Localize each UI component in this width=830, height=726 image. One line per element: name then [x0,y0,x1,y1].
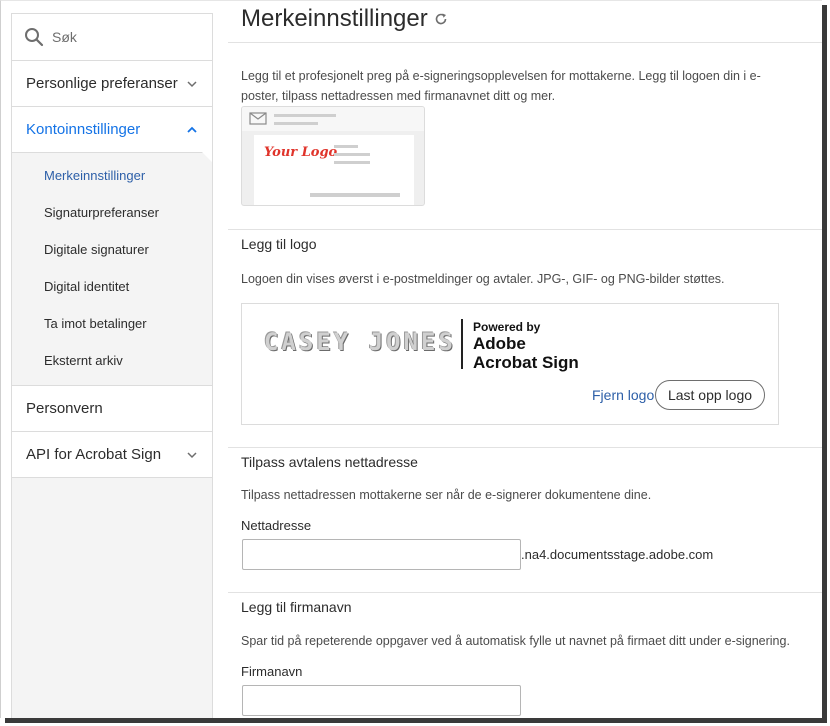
sidebar-item-label: API for Acrobat Sign [26,446,162,463]
acrobat-sign-brand-text: Acrobat Sign [473,353,579,372]
active-notch [202,152,212,162]
sidebar-subitem-external-archive[interactable]: Eksternt arkiv [12,342,212,379]
search-icon [25,28,44,47]
url-domain-suffix: .na4.documentsstage.adobe.com [521,547,714,562]
company-section-heading: Legg til firmanavn [241,599,352,615]
sidebar-subitem-accept-payments[interactable]: Ta imot betalinger [12,305,212,342]
company-section-description: Spar tid på repeterende oppgaver ved å a… [241,634,790,648]
sidebar-item-privacy[interactable]: Personvern [12,386,212,432]
sidebar-subitem-digital-signatures[interactable]: Digitale signaturer [12,231,212,268]
divider [228,229,822,230]
url-section-heading: Tilpass avtalens nettadresse [241,454,418,470]
sidebar-subitem-signature-preferences[interactable]: Signaturpreferanser [12,194,212,231]
search-box[interactable]: Søk [12,14,212,61]
divider [228,592,822,593]
account-settings-submenu: Merkeinnstillinger Signaturpreferanser D… [12,152,212,386]
app-window: Søk Personlige preferanser Kontoinnstill… [0,0,822,718]
main-content: Merkeinnstillinger Legg til et profesjon… [228,1,822,718]
remove-logo-link[interactable]: Fjern logo [592,387,654,403]
url-section-description: Tilpass nettadressen mottakerne ser når … [241,488,652,502]
preview-logo-text: Your Logo [264,145,338,160]
powered-by-text: Powered by [473,320,541,334]
company-name-input[interactable] [242,685,521,716]
preview-line [334,161,370,164]
logo-section-description: Logoen din vises øverst i e-postmeldinge… [241,272,725,286]
page-title-text: Merkeinnstillinger [241,5,428,32]
sidebar-subitem-brand-settings[interactable]: Merkeinnstillinger [12,157,212,194]
sidebar-item-personal-preferences[interactable]: Personlige preferanser [12,61,212,107]
sidebar: Søk Personlige preferanser Kontoinnstill… [11,13,213,718]
upload-logo-button[interactable]: Last opp logo [655,380,765,410]
company-field-label: Firmanavn [241,664,303,679]
preview-line [334,153,370,156]
intro-text: Legg til et profesjonelt preg på e-signe… [241,69,761,103]
search-placeholder[interactable]: Søk [52,29,77,45]
sidebar-item-account-settings[interactable]: Kontoinnstillinger [12,107,212,153]
chevron-down-icon [187,80,197,87]
sidebar-item-label: Kontoinnstillinger [26,121,141,138]
sidebar-item-label: Personlige preferanser [26,75,178,92]
adobe-brand-text: Adobe [473,334,526,353]
chevron-up-icon [187,126,197,133]
sidebar-subitem-digital-identity[interactable]: Digital identitet [12,268,212,305]
page-title: Merkeinnstillinger [241,5,448,33]
sidebar-item-label: Personvern [26,400,103,417]
current-logo-image: CASEY JONES [264,328,456,356]
logo-divider [461,319,463,369]
logo-upload-panel: CASEY JONES Powered by Adobe Acrobat Sig… [241,303,779,425]
email-preview-illustration: Your Logo [241,106,425,206]
divider [228,42,822,43]
logo-section-heading: Legg til logo [241,236,317,252]
url-field-label: Nettadresse [241,518,312,533]
url-input[interactable] [242,539,521,570]
refresh-icon[interactable] [434,12,448,26]
sidebar-item-api[interactable]: API for Acrobat Sign [12,432,212,478]
chevron-down-icon [187,451,197,458]
preview-line [334,145,358,148]
divider [228,447,822,448]
